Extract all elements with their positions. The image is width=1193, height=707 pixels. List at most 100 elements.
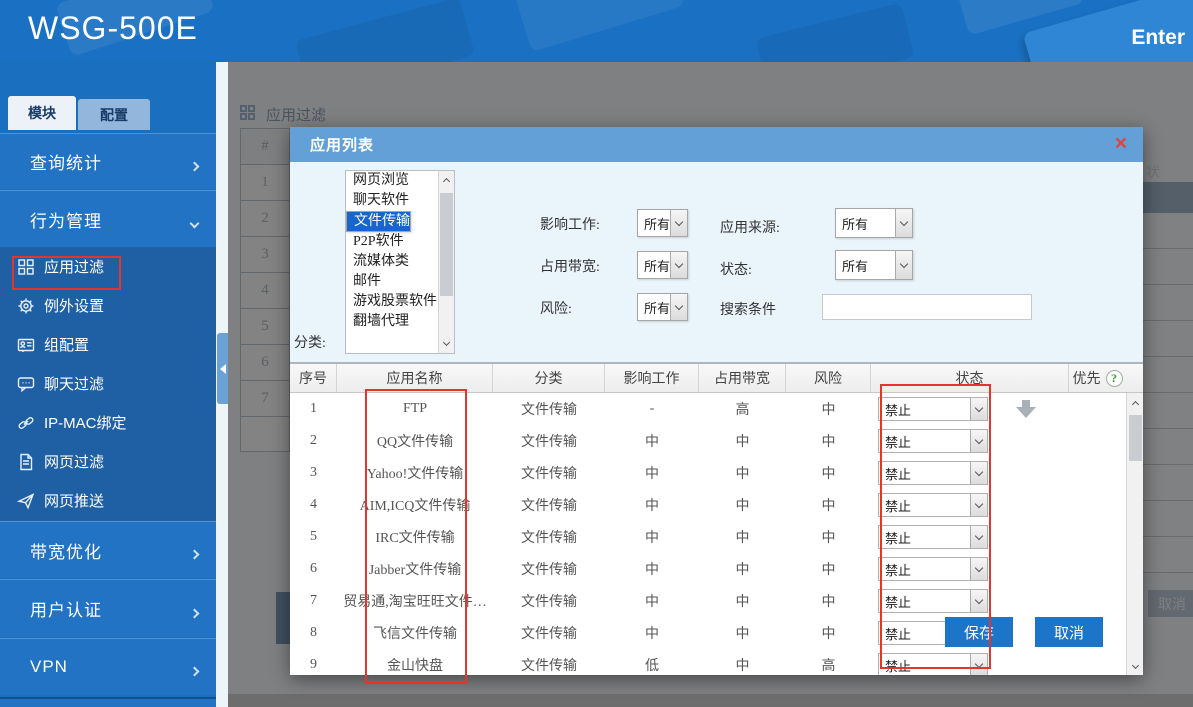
- sidebar-item-id-card[interactable]: 组配置: [0, 325, 216, 364]
- select-value: 禁止: [879, 654, 970, 675]
- listbox-item[interactable]: 邮件: [346, 272, 438, 292]
- priority-down-arrow-icon[interactable]: [1016, 400, 1036, 418]
- risk-cell: 中: [786, 585, 871, 617]
- category-cell: 文件传输: [493, 457, 605, 489]
- risk-cell: 中: [786, 393, 871, 425]
- status-select[interactable]: 禁止: [878, 525, 988, 549]
- chevron-down-icon: [895, 209, 912, 237]
- table-column-header: 占用带宽: [699, 364, 786, 392]
- status-filter-select[interactable]: 所有: [835, 250, 913, 280]
- tab-modules[interactable]: 模块: [8, 96, 76, 130]
- sidebar-section-partial: [0, 697, 216, 707]
- sidebar-section-vpn[interactable]: VPN: [0, 638, 216, 695]
- status-cell: 禁止: [871, 553, 1069, 585]
- chevron-right-icon: [191, 545, 198, 563]
- listbox-item[interactable]: 流媒体类: [346, 252, 438, 272]
- cancel-button[interactable]: 取消: [1035, 617, 1103, 647]
- keyboard-key-decoration: [515, 0, 685, 52]
- listbox-item[interactable]: 翻墙代理: [346, 312, 438, 332]
- dialog-titlebar: 应用列表 ×: [290, 127, 1143, 162]
- help-icon[interactable]: ?: [1106, 370, 1123, 387]
- select-value: 禁止: [879, 398, 970, 420]
- id-card-icon: [16, 335, 36, 355]
- bandwidth-cell: 中: [699, 553, 786, 585]
- impact-work-select[interactable]: 所有: [637, 209, 688, 237]
- listbox-item[interactable]: 游戏股票软件: [346, 292, 438, 312]
- status-cell: 禁止: [871, 585, 1069, 617]
- category-listbox[interactable]: 网页浏览聊天软件文件传输工作相关P2P软件流媒体类邮件游戏股票软件翻墙代理: [345, 170, 455, 354]
- sidebar-collapse-button[interactable]: [217, 333, 228, 404]
- app-name: IRC文件传输: [337, 521, 493, 553]
- sidebar-section-query-stats[interactable]: 查询统计: [0, 133, 216, 189]
- sidebar-item-send[interactable]: 网页推送: [0, 481, 216, 520]
- status-cell: 禁止: [871, 521, 1069, 553]
- app-table: 序号应用名称分类影响工作占用带宽风险状态优先? 1FTP文件传输-高中禁止2QQ…: [290, 362, 1143, 675]
- priority-cell: [1069, 393, 1126, 425]
- chevron-down-icon: [670, 294, 687, 320]
- chevron-down-icon: [670, 252, 687, 278]
- scrollbar-thumb[interactable]: [440, 193, 453, 296]
- status-select[interactable]: 禁止: [878, 557, 988, 581]
- status-cell: 禁止: [871, 489, 1069, 521]
- status-select[interactable]: 禁止: [878, 653, 988, 675]
- dialog-title: 应用列表: [310, 134, 374, 155]
- select-value: 禁止: [879, 558, 970, 580]
- table-row: 4AIM,ICQ文件传输文件传输中中中禁止: [290, 489, 1143, 521]
- table-row: 1FTP文件传输-高中禁止: [290, 393, 1143, 425]
- status-select[interactable]: 禁止: [878, 429, 988, 453]
- impact-cell: 低: [605, 649, 699, 675]
- app-name: Jabber文件传输: [337, 553, 493, 585]
- bandwidth-cell: 中: [699, 649, 786, 675]
- search-input[interactable]: [822, 294, 1032, 320]
- status-filter-label: 状态:: [720, 259, 752, 279]
- link-icon: [16, 413, 36, 433]
- sidebar-item-page[interactable]: 网页过滤: [0, 442, 216, 481]
- table-column-header: 序号: [290, 364, 337, 392]
- listbox-scrollbar[interactable]: [438, 171, 454, 353]
- table-column-header: 影响工作: [605, 364, 699, 392]
- keyboard-key-decoration: [755, 3, 914, 62]
- scrollbar-thumb[interactable]: [1129, 415, 1142, 461]
- app-source-select[interactable]: 所有: [835, 208, 913, 238]
- sidebar-item-label: IP-MAC绑定: [44, 412, 127, 433]
- sidebar-section-bandwidth-opt[interactable]: 带宽优化: [0, 521, 216, 578]
- sidebar-section-user-auth[interactable]: 用户认证: [0, 579, 216, 637]
- table-scrollbar[interactable]: [1126, 393, 1143, 675]
- search-label: 搜索条件: [720, 299, 776, 319]
- sidebar-item-gear[interactable]: 例外设置: [0, 286, 216, 325]
- listbox-item[interactable]: 聊天软件: [346, 191, 438, 211]
- listbox-item[interactable]: 文件传输: [346, 211, 411, 231]
- scroll-down-icon[interactable]: [439, 336, 454, 352]
- impact-cell: 中: [605, 521, 699, 553]
- app-list-dialog: 应用列表 × 网页浏览聊天软件文件传输工作相关P2P软件流媒体类邮件游戏股票软件…: [290, 127, 1143, 675]
- risk-select[interactable]: 所有: [637, 293, 688, 321]
- sidebar-item-label: 组配置: [44, 334, 89, 355]
- app-source-label: 应用来源:: [720, 217, 780, 237]
- row-number: 7: [290, 585, 337, 617]
- status-select[interactable]: 禁止: [878, 461, 988, 485]
- send-icon: [16, 491, 36, 511]
- scroll-up-icon[interactable]: [1128, 395, 1143, 411]
- bandwidth-select[interactable]: 所有: [637, 251, 688, 279]
- row-number: 1: [290, 393, 337, 425]
- table-column-header: 优先?: [1069, 364, 1126, 392]
- listbox-item[interactable]: 网页浏览: [346, 171, 438, 191]
- sidebar-item-link[interactable]: IP-MAC绑定: [0, 403, 216, 442]
- sidebar-section-behavior-mgmt[interactable]: 行为管理: [0, 190, 216, 247]
- status-cell: 禁止: [871, 457, 1069, 489]
- listbox-item[interactable]: P2P软件: [346, 232, 438, 252]
- chevron-down-icon: [970, 654, 987, 675]
- close-icon[interactable]: ×: [1115, 133, 1127, 155]
- row-number: 5: [290, 521, 337, 553]
- scroll-down-icon[interactable]: [1128, 659, 1143, 675]
- save-button[interactable]: 保存: [945, 617, 1013, 647]
- bandwidth-label: 占用带宽:: [540, 256, 600, 276]
- status-select[interactable]: 禁止: [878, 397, 988, 421]
- sidebar-item-grid[interactable]: 应用过滤: [0, 247, 216, 286]
- status-select[interactable]: 禁止: [878, 589, 988, 613]
- status-select[interactable]: 禁止: [878, 493, 988, 517]
- select-value: 所有: [638, 252, 670, 278]
- sidebar-item-chat[interactable]: 聊天过滤: [0, 364, 216, 403]
- scroll-up-icon[interactable]: [439, 172, 454, 188]
- tab-config[interactable]: 配置: [78, 99, 150, 130]
